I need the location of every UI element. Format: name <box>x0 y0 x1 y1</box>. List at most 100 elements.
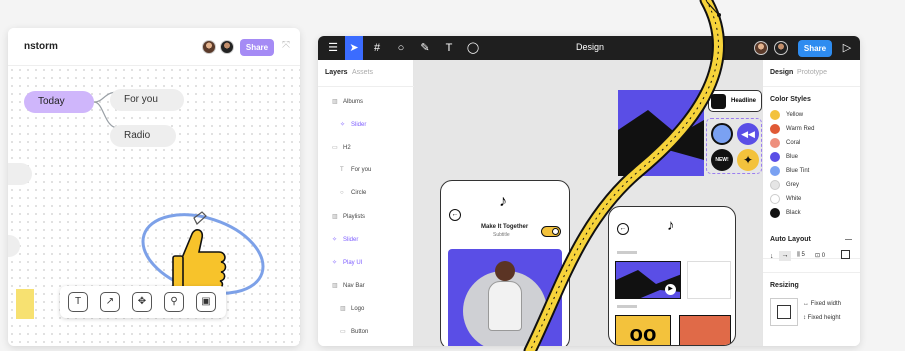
menu-icon[interactable]: ☰ <box>326 41 340 55</box>
new-badge[interactable]: NEW! <box>711 149 733 171</box>
headline-label: Headline <box>731 98 757 104</box>
frame-tool-icon[interactable]: # <box>370 41 384 55</box>
back-icon[interactable]: ← <box>617 223 629 235</box>
tab-prototype[interactable]: Prototype <box>797 69 827 76</box>
phone-mockup-player[interactable]: ♪ ← Make It Together Subtitle <box>440 180 570 346</box>
color-swatch <box>770 194 780 204</box>
color-name: Black <box>786 210 801 216</box>
layer-item[interactable]: ▥ Nav Bar <box>332 282 365 289</box>
fixed-width-option[interactable]: ↔ Fixed width <box>803 301 841 307</box>
share-button[interactable]: Share <box>798 40 832 57</box>
section-label <box>617 251 637 254</box>
ellipse-tool-icon[interactable]: ○ <box>394 41 408 55</box>
layer-item[interactable]: T For you <box>340 167 371 173</box>
layer-item[interactable]: ○ Circle <box>340 190 366 196</box>
shape-tool-icon[interactable]: ✥ <box>132 292 152 312</box>
sparkle-icon[interactable]: ✦ <box>737 149 759 171</box>
comment-tool-icon[interactable]: ◯ <box>466 41 480 55</box>
avatar[interactable] <box>774 41 788 55</box>
fixed-height-option[interactable]: ↕ Fixed height <box>803 315 840 321</box>
color-name: Grey <box>786 182 800 188</box>
color-name: White <box>786 196 802 202</box>
avatar[interactable] <box>754 41 768 55</box>
color-swatch <box>770 124 780 134</box>
rewind-icon[interactable]: ◀◀ <box>737 123 759 145</box>
file-title: Design <box>576 42 605 52</box>
bottom-toolbar: T ↗ ✥ ⚲ ▣ <box>60 286 226 318</box>
album-tile[interactable] <box>687 261 731 299</box>
headline-component[interactable]: Headline <box>708 90 762 112</box>
layer-item[interactable]: ✧ Slider <box>332 236 358 243</box>
direction-right-icon[interactable]: → <box>779 251 791 261</box>
padding-field[interactable]: ⊡ 0 <box>815 252 825 259</box>
layer-item[interactable]: ▭ Button <box>340 328 368 335</box>
color-name: Warm Red <box>786 126 815 132</box>
album-tile[interactable]: oo <box>615 315 671 345</box>
alignment-icon[interactable] <box>841 250 850 259</box>
color-swatch <box>770 166 780 176</box>
mind-map-node-radio[interactable]: Radio <box>110 125 176 147</box>
color-swatch <box>770 208 780 218</box>
photo-person-body <box>488 281 522 331</box>
present-icon[interactable]: ▷ <box>840 41 854 55</box>
track-title: Make It Together <box>481 224 529 230</box>
play-icon[interactable]: ▶ <box>665 284 676 295</box>
headline-thumb <box>711 94 726 109</box>
phone-mockup-library[interactable]: ← ♪ ▶ oo <box>608 206 736 346</box>
design-toolbar: ☰ ➤ # ○ ✎ T ◯ Design Share ▷ <box>318 36 860 60</box>
text-tool-icon[interactable]: T <box>68 292 88 312</box>
color-name: Blue <box>786 154 799 160</box>
resizing-preview <box>770 298 798 326</box>
album-tile[interactable]: ▶ <box>615 261 681 299</box>
color-swatch <box>770 110 780 120</box>
design-window: ☰ ➤ # ○ ✎ T ◯ Design Share ▷ Layers Asse… <box>318 36 860 346</box>
image-tool-icon[interactable]: ▣ <box>196 292 216 312</box>
design-canvas[interactable]: Headline ◀◀ NEW! ✦ ♪ ← Make It Together … <box>414 60 762 346</box>
remove-auto-layout-button[interactable]: — <box>845 236 852 243</box>
move-tool-icon[interactable]: ➤ <box>347 41 361 55</box>
layer-item[interactable]: ✧ Play UI <box>332 259 362 266</box>
toggle-switch[interactable] <box>541 226 561 237</box>
album-tile[interactable] <box>679 315 731 345</box>
connector-tool-icon[interactable]: ↗ <box>100 292 120 312</box>
logo-icon: ♪ <box>499 193 507 210</box>
layers-panel: Layers Assets ▥ Albums ✧ Slider ▭ H2 T For y… <box>318 60 414 346</box>
tab-design[interactable]: Design <box>770 69 793 76</box>
text-tool-icon[interactable]: T <box>442 41 456 55</box>
color-name: Yellow <box>786 112 804 118</box>
layer-item[interactable]: ▭ H2 <box>332 144 351 151</box>
back-icon[interactable]: ← <box>449 209 461 221</box>
icon-set[interactable]: ◀◀ NEW! ✦ <box>706 118 762 174</box>
section-label <box>617 305 637 308</box>
color-styles-heading: Color Styles <box>770 96 811 103</box>
logo-icon: ♪ <box>667 217 675 234</box>
color-name: Coral <box>786 140 801 146</box>
star-badge-icon[interactable] <box>711 123 733 145</box>
album-cover-photo[interactable] <box>448 249 562 346</box>
divider <box>763 272 860 273</box>
whiteboard-window: nstorm Share ⤧ Today For you Radio T ↗ ✥… <box>8 28 300 346</box>
track-subtitle: Subtitle <box>493 232 510 238</box>
properties-panel: Design Prototype Color Styles Yellow Warm… <box>762 60 860 346</box>
color-name: Blue Tint <box>786 168 810 174</box>
layer-item[interactable]: ▥ Logo <box>340 305 364 312</box>
mind-map-node[interactable] <box>8 163 32 185</box>
resizing-heading: Resizing <box>770 282 799 289</box>
mind-map-node-today[interactable]: Today <box>24 91 94 113</box>
tab-layers[interactable]: Layers <box>325 69 348 76</box>
auto-layout-heading: Auto Layout <box>770 236 811 243</box>
color-swatch <box>770 152 780 162</box>
direction-down-icon[interactable]: ↓ <box>770 253 774 260</box>
photo-person-head <box>495 261 515 281</box>
layer-item[interactable]: ▥ Albums <box>332 98 363 105</box>
layer-item[interactable]: ▥ Playlists <box>332 213 365 220</box>
layer-item[interactable]: ✧ Slider <box>340 121 366 128</box>
album-art[interactable] <box>618 90 704 176</box>
mind-map-node-for-you[interactable]: For you <box>110 89 184 111</box>
color-swatch <box>770 138 780 148</box>
stamp-tool-icon[interactable]: ⚲ <box>164 292 184 312</box>
sticky-note[interactable] <box>16 289 34 319</box>
spacing-field[interactable]: ⫼ 5 <box>797 252 805 259</box>
tab-assets[interactable]: Assets <box>352 69 373 76</box>
pen-tool-icon[interactable]: ✎ <box>418 41 432 55</box>
